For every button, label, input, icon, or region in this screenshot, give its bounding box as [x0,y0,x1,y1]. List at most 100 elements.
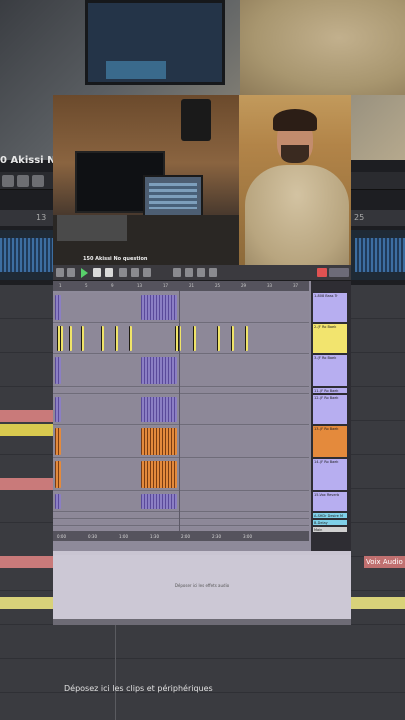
track-lane[interactable] [53,355,309,387]
track-header[interactable]: 13-(F Ro Baek [313,426,347,457]
metronome-icon[interactable] [67,268,75,277]
audio-clip[interactable] [57,326,63,351]
bar-ruler-label: 29 [241,283,247,288]
back-icon[interactable] [32,175,44,187]
record-enable-icon[interactable] [317,268,327,277]
track-header[interactable]: 11-(F Ro Baek [313,388,347,393]
draw-icon[interactable] [173,268,181,277]
track-header[interactable]: 12-(F Ro Baek [313,395,347,424]
audio-clip[interactable] [141,397,177,422]
audio-clip[interactable] [115,326,118,351]
arrangement-view[interactable]: 1 5 9 13 17 21 25 29 33 37 1-808 Bass Tr 2-(F Ro B… [53,281,351,551]
audio-clip[interactable] [55,461,61,488]
audio-clip[interactable] [55,397,61,422]
audio-clip[interactable] [55,494,61,509]
bar-ruler-label: 9 [111,283,114,288]
audio-clip[interactable] [141,494,177,509]
bar-25-label: 25 [354,213,365,222]
track-lane[interactable] [53,293,309,323]
punch-icon[interactable] [143,268,151,277]
screen-overlay: 150 Akissi No question 1 5 9 13 17 21 25 29 33 37… [53,95,351,625]
person-hair [273,109,317,131]
gear-rack [57,215,127,241]
studio-laptop [143,175,203,217]
background-clip-red-2 [0,478,55,490]
track-header[interactable]: B-Delay [313,520,347,525]
time-ruler-label: 0:30 [88,534,97,539]
audio-clip[interactable] [129,326,132,351]
bar-ruler-label: 25 [215,283,221,288]
audio-clip[interactable] [175,326,181,351]
menu-icon[interactable] [56,268,64,277]
bar-ruler-label: 37 [293,283,299,288]
audio-clip[interactable] [141,428,177,455]
track-header[interactable]: 3-(F Ro Baek [313,355,347,386]
person-beard [281,145,309,163]
loop-icon[interactable] [131,268,139,277]
audio-clip[interactable] [141,295,177,320]
webcam-view [239,95,351,265]
time-ruler-label: 3:00 [243,534,252,539]
background-drop-hint: Déposez ici les clips et périphériques [64,684,213,693]
bar-ruler-label: 1 [59,283,62,288]
bar-ruler-label: 21 [189,283,195,288]
track-lane[interactable] [53,513,309,519]
time-ruler: 0:00 0:30 1:00 1:30 2:00 2:30 3:00 [53,531,309,541]
background-clip-yellow-3 [351,597,405,609]
record-icon[interactable] [105,268,113,277]
midi-map-icon[interactable] [197,268,205,277]
track-lane[interactable] [53,388,309,394]
studio-camera-view [53,95,239,265]
extended-view-icon[interactable] [329,268,349,277]
playhead[interactable] [179,291,180,531]
audio-clip[interactable] [141,357,177,384]
bar-ruler-label: 13 [137,283,143,288]
audio-clip[interactable] [217,326,220,351]
song-caption: 150 Akissi No question [83,256,148,262]
background-clip-yellow-2 [0,597,55,609]
drop-zone-text: Déposer ici les effets audio [174,583,230,588]
track-header[interactable]: 15-Vox Reverb [313,492,347,511]
overdub-icon[interactable] [119,268,127,277]
cpu-icon[interactable] [209,268,217,277]
track-header[interactable]: A-SHDr Desire M [313,513,347,518]
background-clip-yellow [0,424,55,436]
track-lane[interactable] [53,459,309,491]
time-ruler-label: 1:30 [150,534,159,539]
time-ruler-label: 1:00 [119,534,128,539]
audio-clip[interactable] [101,326,104,351]
bar-13-label: 13 [36,213,47,222]
audio-clip[interactable] [55,357,61,384]
bar-ruler-label: 33 [267,283,273,288]
audio-clip[interactable] [245,326,248,351]
audio-clip[interactable] [193,326,196,351]
track-header[interactable]: 1-808 Bass Tr [313,293,347,322]
track-header[interactable]: Main [313,527,347,532]
track-lane[interactable] [53,324,309,354]
key-map-icon[interactable] [185,268,193,277]
audio-clip[interactable] [55,295,61,320]
voix-audio-clip[interactable]: Voix Audio [364,556,405,568]
laptop-screen [85,0,225,85]
audio-clip[interactable] [69,326,72,351]
add-icon[interactable] [2,175,14,187]
audio-clip[interactable] [141,461,177,488]
track-headers: 1-808 Bass Tr 2-(F Ro Baek 3-(F Ro Baek 11-… [311,281,351,551]
play-icon[interactable] [81,268,88,278]
time-ruler-label: 0:00 [57,534,66,539]
link-icon[interactable] [17,175,29,187]
track-header[interactable]: 14-(F Ro Baek [313,459,347,490]
status-bar [53,619,351,625]
audio-clip[interactable] [81,326,84,351]
device-drop-zone[interactable]: Déposer ici les effets audio [53,555,351,619]
track-header[interactable]: 2-(F Ro Baek [313,324,347,353]
person-body [245,165,349,265]
track-lane[interactable] [53,395,309,425]
track-lane[interactable] [53,426,309,458]
audio-clip[interactable] [55,428,61,455]
speaker [181,99,211,141]
audio-clip[interactable] [231,326,234,351]
stop-icon[interactable] [93,268,101,277]
track-lane[interactable] [53,520,309,526]
track-lane[interactable] [53,492,309,512]
